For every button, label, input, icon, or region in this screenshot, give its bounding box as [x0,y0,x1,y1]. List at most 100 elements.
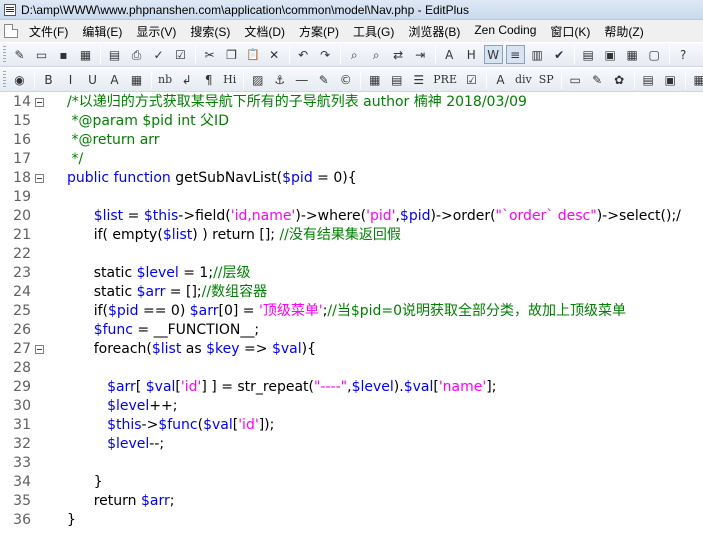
spellcheck-icon[interactable]: ✓ [149,45,168,64]
code-line[interactable]: 31 $this->$func($val['id']); [0,416,703,435]
undo-icon[interactable]: ↶ [294,45,313,64]
find-icon[interactable]: ⌕ [345,45,364,64]
code-token: static [67,284,137,300]
code-line[interactable]: 30 $level++; [0,397,703,416]
italic-icon[interactable]: I [61,70,80,89]
code-line[interactable]: 23 static $level = 1;//层级 [0,264,703,283]
pre-icon[interactable]: PRE [431,70,459,89]
find-in-files-icon[interactable]: ⌕ [367,45,386,64]
font-tag-icon[interactable]: A [491,70,510,89]
code-line[interactable]: 17 */ [0,150,703,169]
palette-icon[interactable]: ▦ [690,70,703,89]
underline-icon[interactable]: U [83,70,102,89]
code-line[interactable]: 19 [0,188,703,207]
code-line[interactable]: 27 foreach($list as $key => $val){ [0,340,703,359]
code-line[interactable]: 15 *@param $pid int 父ID [0,112,703,131]
menu-item[interactable]: 工具(G) [346,21,401,42]
html-toolbar-icon[interactable]: ▤ [639,70,658,89]
list-icon[interactable]: ☰ [409,70,428,89]
bold-icon[interactable]: B [39,70,58,89]
code-line[interactable]: 36} [0,511,703,530]
table-icon[interactable]: ▦ [365,70,384,89]
style-icon[interactable]: ▭ [566,70,585,89]
menu-item[interactable]: 方案(P) [292,21,346,42]
font-color-icon[interactable]: A [105,70,124,89]
menu-item[interactable]: 编辑(E) [75,21,129,42]
heading-icon[interactable]: H [462,45,481,64]
toolbar-grip[interactable] [3,70,6,89]
spellcheck-all-icon[interactable]: ☑ [171,45,190,64]
code-line[interactable]: 29 $arr[ $val['id'] ] = str_repeat("----… [0,378,703,397]
print-icon[interactable]: ⎙ [127,45,146,64]
span-icon[interactable]: SP [537,70,556,89]
copyright-icon[interactable]: © [336,70,355,89]
menu-item[interactable]: 文档(D) [237,21,292,42]
menu-items: 文件(F) 编辑(E) 显示(V) 搜索(S) 文档(D) 方案(P) 工具(G) 浏览器(B… [22,21,651,42]
column-ruler-icon[interactable]: ▥ [528,45,547,64]
menu-item[interactable]: Zen Coding [467,21,543,42]
paragraph-icon[interactable]: ¶ [199,70,218,89]
menu-item[interactable]: 浏览器(B) [401,21,467,42]
code-line[interactable]: 16 *@return arr [0,131,703,150]
replace-icon[interactable]: ⇄ [389,45,408,64]
code-line[interactable]: 20 $list = $this->field('id,name')->wher… [0,207,703,226]
comment-icon[interactable]: ✎ [314,70,333,89]
script-icon[interactable]: ✿ [610,70,629,89]
check-icon[interactable]: ✔ [550,45,569,64]
menu-item[interactable]: 文件(F) [22,21,75,42]
save-all-icon[interactable]: ▦ [76,45,95,64]
goto-line-icon[interactable]: ⇥ [411,45,430,64]
directory-icon[interactable]: ▦ [623,45,642,64]
code-line[interactable]: 18 public function getSubNavList($pid = 0… [0,169,703,188]
code-line[interactable]: 25 if($pid == 0) $arr[0] = '顶级菜单';//当$pi… [0,302,703,321]
image-icon[interactable]: ▨ [248,70,267,89]
paste-icon[interactable]: 📋 [244,45,262,64]
code-line[interactable]: 26 $func = __FUNCTION__; [0,321,703,340]
code-line[interactable]: 14 /*以递归的方式获取某导航下所有的子导航列表 author 楠神 2018/… [0,93,703,112]
anchor-icon[interactable]: ⚓ [270,70,289,89]
code-line[interactable]: 34 } [0,473,703,492]
code-line[interactable]: 24 static $arr = [];//数组容器 [0,283,703,302]
cut-icon[interactable]: ✂ [200,45,219,64]
code-line[interactable]: 33 [0,454,703,473]
div-icon[interactable]: div [513,70,534,89]
fold-collapse-icon[interactable] [35,174,44,183]
nbsp-icon[interactable]: nb [156,70,174,89]
css-icon[interactable]: ✎ [588,70,607,89]
code-line[interactable]: 32 $level--; [0,435,703,454]
checkbox-icon[interactable]: ☑ [462,70,481,89]
font-icon[interactable]: A [440,45,459,64]
open-file-icon[interactable]: ▭ [32,45,51,64]
save-icon[interactable]: ▪ [54,45,73,64]
menu-item[interactable]: 显示(V) [129,21,183,42]
code-line[interactable]: 28 [0,359,703,378]
line-number-icon[interactable]: ≡ [505,45,525,64]
horizontal-rule-icon[interactable]: ― [292,70,311,89]
word-wrap-icon[interactable]: W [483,45,503,64]
print-preview-icon[interactable]: ▤ [105,45,124,64]
fold-collapse-icon[interactable] [35,345,44,354]
toolbar-grip[interactable] [3,45,6,64]
delete-icon[interactable]: ✕ [265,45,284,64]
copy-icon[interactable]: ❐ [222,45,241,64]
window-list-icon[interactable]: ▤ [579,45,598,64]
code-editor[interactable]: 14 /*以递归的方式获取某导航下所有的子导航列表 author 楠神 2018/… [0,93,703,536]
menu-item[interactable]: 窗口(K) [543,21,597,42]
html-preview-icon[interactable]: ▣ [661,70,680,89]
redo-icon[interactable]: ↷ [316,45,335,64]
menu-item[interactable]: 搜索(S) [183,21,237,42]
form-icon[interactable]: ▤ [387,70,406,89]
output-window-icon[interactable]: ▢ [645,45,664,64]
help-icon[interactable]: ? [674,45,693,64]
code-line[interactable]: 21 if( empty($list) ) return []; //没有结果集… [0,226,703,245]
color-picker-icon[interactable]: ▦ [127,70,146,89]
clip-library-icon[interactable]: ▣ [601,45,620,64]
fold-collapse-icon[interactable] [35,98,44,107]
new-file-icon[interactable]: ✎ [10,45,29,64]
line-break-icon[interactable]: ↲ [177,70,196,89]
heading-tag-icon[interactable]: Hi [221,70,238,89]
browser-icon[interactable]: ◉ [10,70,29,89]
code-line[interactable]: 35 return $arr; [0,492,703,511]
menu-item[interactable]: 帮助(Z) [597,21,650,42]
code-line[interactable]: 22 [0,245,703,264]
